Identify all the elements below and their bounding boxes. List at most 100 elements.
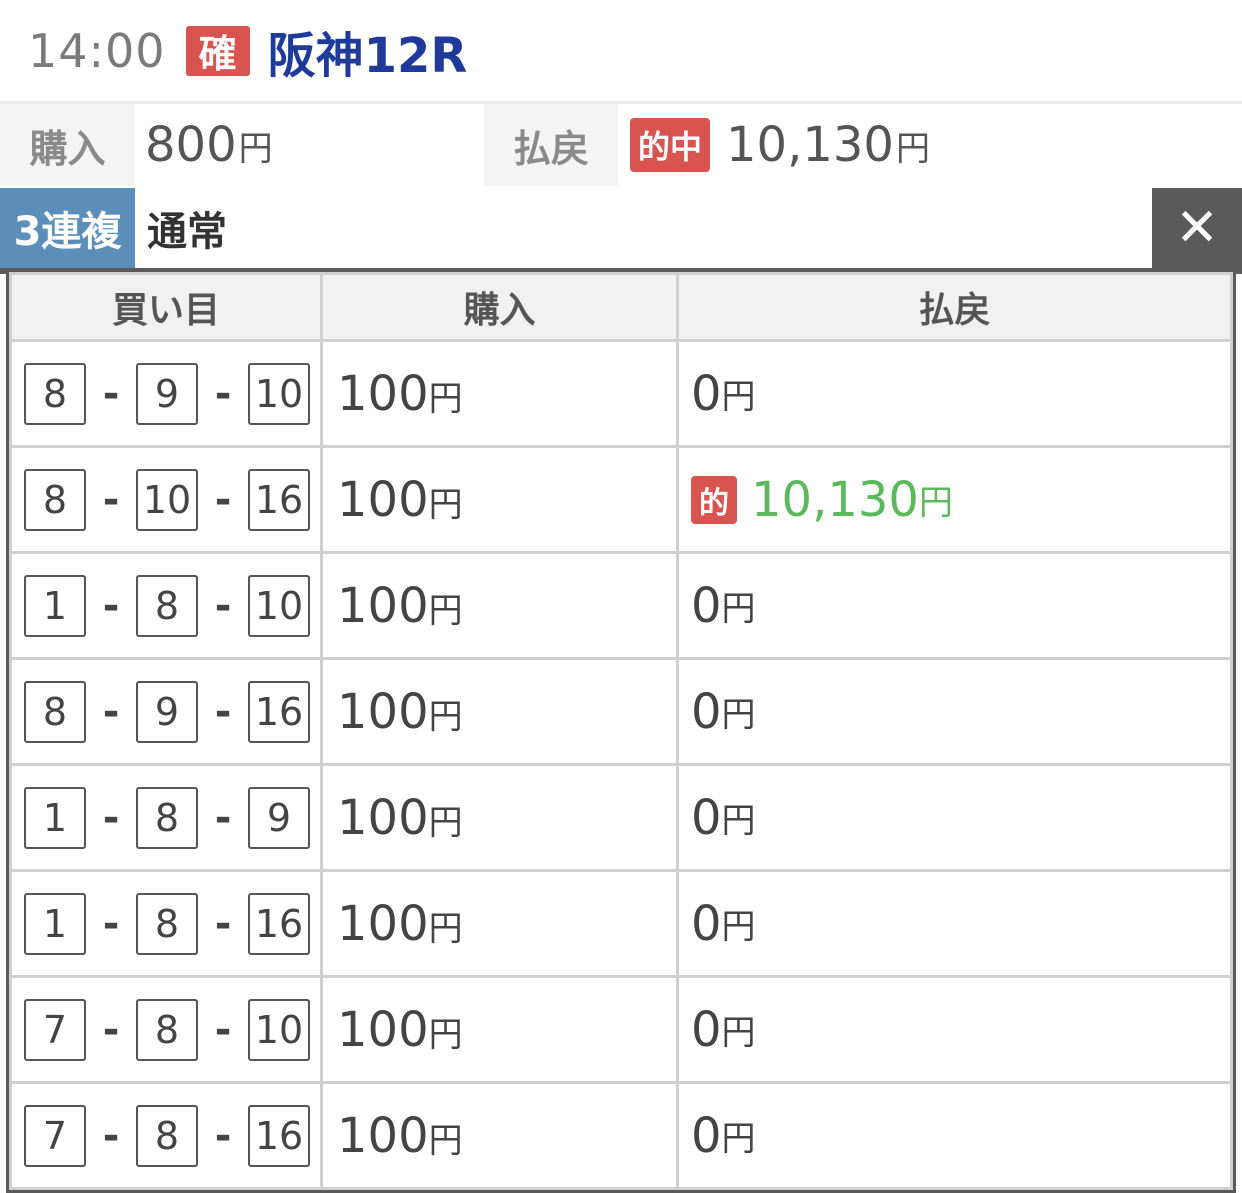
payout-cell: 0円 [679, 978, 1230, 1081]
payout-value: 0 [691, 1107, 722, 1164]
horse-number-1: 8 [24, 468, 86, 531]
purchase-cell: 100円 [323, 342, 676, 445]
table-row: 8 - 9 - 10 100円 0円 [12, 342, 1230, 445]
header-combination: 買い目 [12, 275, 320, 339]
yen-unit: 円 [721, 801, 756, 841]
combination-cell: 1 - 8 - 10 [12, 554, 320, 657]
horse-number-2: 9 [136, 362, 198, 425]
payout-value: 0 [691, 577, 722, 634]
race-header: 14:00 確 阪神12R [0, 0, 1242, 104]
purchase-value: 100 [337, 1001, 429, 1058]
bet-type-bar: 3連複 通常 ✕ [0, 188, 1242, 274]
header-purchase: 購入 [323, 275, 676, 339]
separator: - [102, 1006, 120, 1053]
horse-number-1: 7 [24, 998, 86, 1061]
purchase-summary: 購入 800 円 払戻 的中 10,130 円 [0, 104, 1242, 186]
yen-unit: 円 [428, 802, 463, 843]
separator: - [102, 688, 120, 735]
horse-number-2: 10 [136, 468, 198, 531]
bet-mode: 通常 [135, 188, 1152, 268]
payout-total: 的中 10,130 円 [618, 104, 1242, 186]
combination-cell: 8 - 10 - 16 [12, 448, 320, 551]
combination-cell: 7 - 8 - 10 [12, 978, 320, 1081]
yen-unit: 円 [721, 589, 756, 629]
bets-table-wrapper: 買い目 購入 払戻 8 - 9 - 10 100円 0円 8 - 10 - 16… [6, 272, 1236, 1193]
separator: - [102, 582, 120, 629]
yen-unit: 円 [918, 483, 953, 523]
race-name: 阪神12R [267, 27, 468, 84]
purchase-cell: 100円 [323, 978, 676, 1081]
yen-unit: 円 [428, 484, 463, 525]
confirmed-badge: 確 [185, 25, 250, 76]
payout-cell: 0円 [679, 660, 1230, 763]
purchase-value: 100 [337, 683, 429, 740]
yen-unit: 円 [428, 590, 463, 631]
yen-unit: 円 [428, 1014, 463, 1055]
separator: - [102, 794, 120, 841]
horse-number-1: 1 [24, 574, 86, 637]
table-row: 1 - 8 - 9 100円 0円 [12, 766, 1230, 869]
combination-cell: 8 - 9 - 16 [12, 660, 320, 763]
separator: - [214, 370, 232, 417]
horse-number-1: 8 [24, 362, 86, 425]
payout-value: 0 [691, 895, 722, 952]
race-time: 14:00 [28, 23, 166, 78]
payout-unit: 円 [895, 128, 930, 169]
table-row: 8 - 10 - 16 100円 的 10,130 円 [12, 448, 1230, 551]
separator: - [214, 582, 232, 629]
horse-number-1: 7 [24, 1104, 86, 1167]
separator: - [102, 900, 120, 947]
table-row: 8 - 9 - 16 100円 0円 [12, 660, 1230, 763]
horse-number-3: 10 [248, 574, 310, 637]
purchase-value: 100 [337, 365, 429, 422]
purchase-cell: 100円 [323, 872, 676, 975]
purchase-cell: 100円 [323, 1084, 676, 1187]
payout-cell: 0円 [679, 554, 1230, 657]
hit-mark: 的 [691, 475, 737, 524]
combination-cell: 7 - 8 - 16 [12, 1084, 320, 1187]
horse-number-2: 8 [136, 892, 198, 955]
purchase-cell: 100円 [323, 554, 676, 657]
purchase-value: 100 [337, 577, 429, 634]
purchase-amount: 800 [145, 117, 237, 173]
yen-unit: 円 [721, 695, 756, 735]
separator: - [214, 688, 232, 735]
payout-value: 0 [691, 789, 722, 846]
table-row: 7 - 8 - 10 100円 0円 [12, 978, 1230, 1081]
horse-number-3: 9 [248, 786, 310, 849]
horse-number-2: 8 [136, 998, 198, 1061]
combination-cell: 1 - 8 - 16 [12, 872, 320, 975]
horse-number-3: 10 [248, 998, 310, 1061]
separator: - [102, 370, 120, 417]
purchase-label: 購入 [29, 126, 106, 171]
bets-table: 買い目 購入 払戻 8 - 9 - 10 100円 0円 8 - 10 - 16… [9, 272, 1233, 1190]
horse-number-3: 16 [248, 892, 310, 955]
table-row: 1 - 8 - 10 100円 0円 [12, 554, 1230, 657]
separator: - [102, 1112, 120, 1159]
payout-value: 10,130 [751, 471, 919, 528]
purchase-value: 100 [337, 1107, 429, 1164]
purchase-unit: 円 [238, 128, 273, 169]
horse-number-2: 8 [136, 786, 198, 849]
close-button[interactable]: ✕ [1152, 188, 1242, 268]
payout-cell: 0円 [679, 766, 1230, 869]
horse-number-1: 1 [24, 892, 86, 955]
horse-number-2: 8 [136, 1104, 198, 1167]
horse-number-2: 8 [136, 574, 198, 637]
hit-badge: 的中 [630, 118, 711, 172]
payout-cell: 的 10,130 円 [679, 448, 1230, 551]
table-header-row: 買い目 購入 払戻 [12, 275, 1230, 339]
separator: - [214, 1112, 232, 1159]
separator: - [214, 900, 232, 947]
horse-number-3: 16 [248, 468, 310, 531]
horse-number-1: 1 [24, 786, 86, 849]
yen-unit: 円 [428, 1120, 463, 1161]
purchase-cell: 100円 [323, 660, 676, 763]
payout-value: 0 [691, 683, 722, 740]
payout-cell: 0円 [679, 1084, 1230, 1187]
payout-value: 0 [691, 1001, 722, 1058]
purchase-value: 100 [337, 895, 429, 952]
separator: - [214, 1006, 232, 1053]
purchase-cell: 100円 [323, 766, 676, 869]
horse-number-3: 16 [248, 1104, 310, 1167]
